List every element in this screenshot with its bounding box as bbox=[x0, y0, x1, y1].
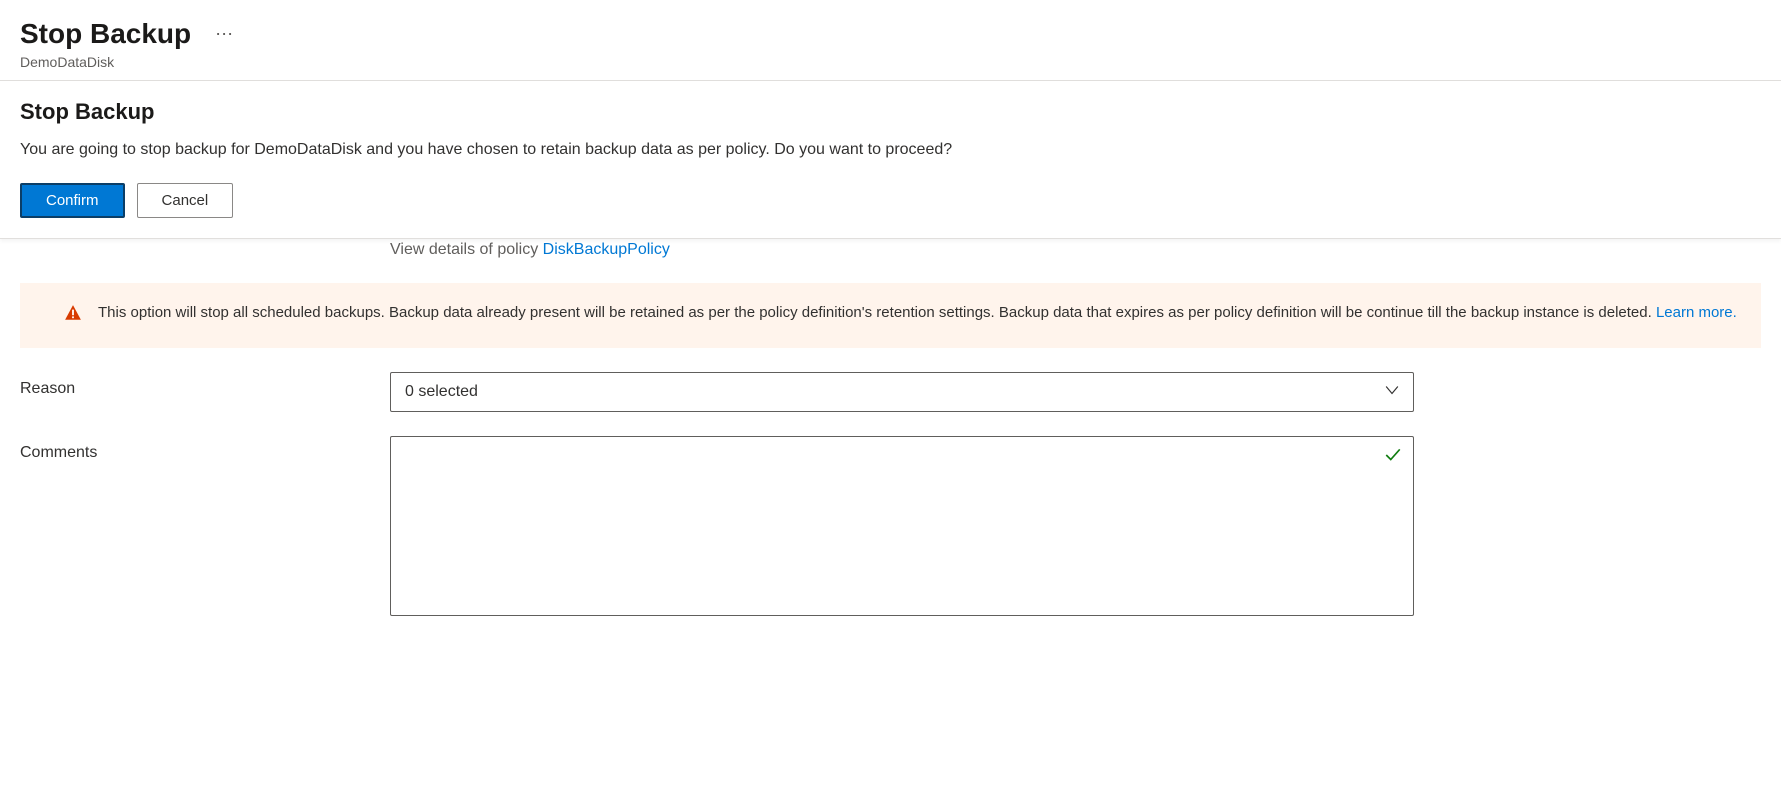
learn-more-link[interactable]: Learn more. bbox=[1656, 304, 1737, 321]
comments-control-wrap bbox=[390, 436, 1414, 619]
chevron-down-icon bbox=[1385, 383, 1399, 402]
page-header: Stop Backup ⋯ DemoDataDisk bbox=[0, 0, 1781, 81]
warning-text: This option will stop all scheduled back… bbox=[98, 304, 1656, 321]
comments-label: Comments bbox=[20, 436, 390, 462]
more-options-icon[interactable]: ⋯ bbox=[215, 25, 235, 43]
warning-text-block: This option will stop all scheduled back… bbox=[98, 301, 1737, 325]
comments-textarea[interactable] bbox=[390, 436, 1414, 616]
reason-dropdown-value: 0 selected bbox=[405, 383, 478, 401]
title-row: Stop Backup ⋯ bbox=[20, 18, 1761, 50]
confirm-button[interactable]: Confirm bbox=[20, 183, 125, 218]
page-title: Stop Backup bbox=[20, 18, 191, 50]
reason-label: Reason bbox=[20, 372, 390, 398]
warning-banner: This option will stop all scheduled back… bbox=[20, 283, 1761, 348]
page-subtitle: DemoDataDisk bbox=[20, 54, 1761, 70]
reason-control-wrap: 0 selected bbox=[390, 372, 1414, 412]
policy-link[interactable]: DiskBackupPolicy bbox=[543, 241, 670, 258]
button-row: Confirm Cancel bbox=[20, 183, 1761, 218]
confirm-message: You are going to stop backup for DemoDat… bbox=[20, 141, 1761, 159]
cancel-button[interactable]: Cancel bbox=[137, 183, 234, 218]
comments-row: Comments bbox=[0, 436, 1781, 643]
confirm-panel: Stop Backup You are going to stop backup… bbox=[0, 81, 1781, 239]
confirm-title: Stop Backup bbox=[20, 99, 1761, 125]
policy-prefix: View details of policy bbox=[390, 241, 543, 258]
warning-icon bbox=[64, 301, 82, 330]
policy-row: View details of policy DiskBackupPolicy bbox=[0, 241, 1781, 283]
reason-row: Reason 0 selected bbox=[0, 372, 1781, 436]
body-content: View details of policy DiskBackupPolicy … bbox=[0, 239, 1781, 643]
reason-dropdown[interactable]: 0 selected bbox=[390, 372, 1414, 412]
comments-wrap bbox=[390, 436, 1414, 619]
